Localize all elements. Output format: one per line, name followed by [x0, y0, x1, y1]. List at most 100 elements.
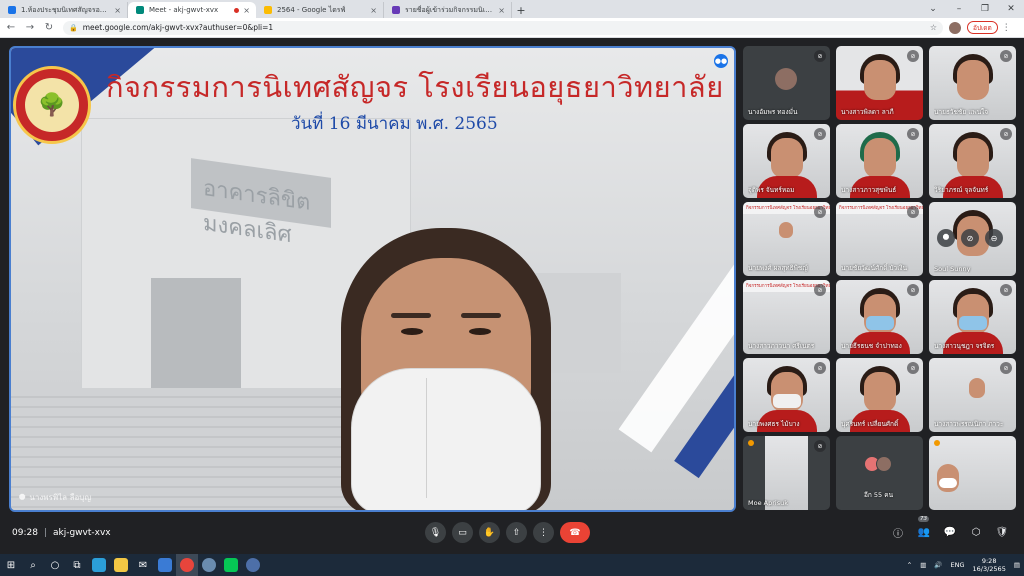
meet-icon: [136, 6, 144, 14]
edge-icon[interactable]: [88, 554, 110, 576]
meeting-code: akj-gwvt-xvx: [52, 528, 111, 538]
info-icon[interactable]: ⓘ: [890, 524, 906, 540]
windows-taskbar: ⊞ ⌕ ○ ⧉ ✉ ⌃ ▥ 🔊 ENG 9:28 16/3/2565 ▤: [0, 554, 1024, 576]
camera-icon[interactable]: ▭: [452, 522, 473, 543]
participant-tile[interactable]: ⯃ ⊘ ⊖ Soul Sunny: [929, 202, 1016, 276]
kebab-menu-icon[interactable]: ⋮: [1002, 23, 1011, 33]
window-controls: ⌄ – ❐ ✕: [920, 0, 1024, 18]
bookmark-star-icon[interactable]: ☆: [930, 23, 937, 32]
store-icon[interactable]: [154, 554, 176, 576]
mic-off-icon: ⊘: [1000, 128, 1012, 140]
people-count-badge: 73: [918, 516, 929, 522]
mic-off-icon: ⊘: [814, 440, 826, 452]
browser-tab-active[interactable]: Meet - akj-gwvt-xvx ×: [128, 2, 256, 18]
minimize-icon[interactable]: –: [946, 0, 972, 18]
participant-tile[interactable]: ⊘ นางอัมพร ทองมั่น: [743, 46, 830, 120]
participant-tile[interactable]: ⊘ นุศรินทร์ เปลี่ยนศักดิ์: [836, 358, 923, 432]
host-controls-icon[interactable]: 🛡: [994, 524, 1010, 540]
network-icon[interactable]: ▥: [920, 561, 926, 569]
more-options-icon[interactable]: ⋮: [533, 522, 554, 543]
present-screen-icon[interactable]: ⇧: [506, 522, 527, 543]
close-icon[interactable]: ×: [243, 6, 250, 15]
chevron-up-icon[interactable]: ⌃: [907, 561, 912, 569]
mute-icon[interactable]: ⊘: [961, 229, 979, 247]
more-participants-tile[interactable]: อีก 55 คน: [836, 436, 923, 510]
back-arrow-icon[interactable]: ←: [3, 20, 19, 36]
search-icon[interactable]: ⌕: [22, 554, 44, 576]
mic-off-icon: ⊘: [814, 128, 826, 140]
mic-off-icon: ⊘: [907, 206, 919, 218]
avatar: [775, 68, 797, 90]
language-indicator[interactable]: ENG: [950, 561, 964, 569]
main-video-tile[interactable]: อาคารลิขิตมงคลเลิศ 🌳 กิจกรรมการนิเทศสัญจ…: [9, 46, 736, 512]
app-icon[interactable]: [198, 554, 220, 576]
participant-tile[interactable]: ⊘ นางสาวพิลดา ลาภี: [836, 46, 923, 120]
restore-icon[interactable]: ❐: [972, 0, 998, 18]
app-icon[interactable]: [242, 554, 264, 576]
people-icon[interactable]: 👥 73: [916, 516, 932, 540]
raise-hand-icon[interactable]: ✋: [479, 522, 500, 543]
chrome-icon[interactable]: [176, 554, 198, 576]
new-tab-button[interactable]: +: [512, 2, 530, 18]
participant-tile[interactable]: ⊘ นางสาวนุชฎา จรจิตร: [929, 280, 1016, 354]
microphone-icon[interactable]: 🎙: [425, 522, 446, 543]
avatar: [876, 456, 892, 472]
participant-tile[interactable]: ⊘ นายพงศธร ไม้บาง: [743, 358, 830, 432]
volume-icon[interactable]: 🔊: [934, 561, 942, 569]
update-button[interactable]: อัปเดต: [967, 21, 998, 34]
url-field[interactable]: 🔒 meet.google.com/akj-gwvt-xvx?authuser=…: [63, 20, 943, 35]
self-view-tile[interactable]: [929, 436, 1016, 510]
participant-tile[interactable]: ⊘ จุติพร จันทร์หอม: [743, 124, 830, 198]
task-view-icon[interactable]: ⧉: [66, 554, 88, 576]
remove-icon[interactable]: ⊖: [985, 229, 1003, 247]
mic-off-icon: ⊘: [814, 284, 826, 296]
tab-search-icon[interactable]: ⌄: [920, 0, 946, 18]
reload-icon[interactable]: ↻: [41, 20, 57, 36]
chat-icon[interactable]: 💬: [942, 524, 958, 540]
file-explorer-icon[interactable]: [110, 554, 132, 576]
participant-tile[interactable]: กิจกรรมการนิเทศสัญจร โรงเรียนอยุธยาวิทยา…: [743, 280, 830, 354]
profile-avatar[interactable]: [949, 21, 961, 34]
speaker-name-label: ⯃ นางพรพิไล ลือบุญ: [19, 492, 92, 503]
meeting-time: 09:28: [12, 528, 38, 538]
participant-tile[interactable]: กิจกรรมการนิเทศสัญจร โรงเรียนอยุธยาวิทยา…: [836, 202, 923, 276]
close-icon[interactable]: ×: [370, 6, 377, 15]
browser-tab[interactable]: รายชื่อผู้เข้าร่วมกิจกรรมนิเทศสัญจรออน ×: [384, 2, 512, 18]
participant-tile[interactable]: ⊘ นางสาวพรรณนิภา ภาวะ: [929, 358, 1016, 432]
notifications-icon[interactable]: ▤: [1014, 561, 1020, 569]
system-clock[interactable]: 9:28 16/3/2565: [973, 557, 1006, 573]
tab-title: 2564 - Google ไดรฟ์: [277, 5, 346, 14]
pin-icon[interactable]: ⯃: [937, 229, 955, 247]
participant-tile[interactable]: กิจกรรมการนิเทศสัญจร โรงเรียนอยุธยาวิทยา…: [743, 202, 830, 276]
close-window-icon[interactable]: ✕: [998, 0, 1024, 18]
url-text: meet.google.com/akj-gwvt-xvx?authuser=0&…: [82, 23, 274, 32]
mic-off-icon: ⊘: [814, 362, 826, 374]
browser-tab[interactable]: 2564 - Google ไดรฟ์ ×: [256, 2, 384, 18]
mic-off-icon: ⊘: [907, 128, 919, 140]
participant-tile[interactable]: ⊘ นายธวัชชัย แพนใจ: [929, 46, 1016, 120]
participant-tile[interactable]: ⊘ นางสาวภาวสุขพันธ์: [836, 124, 923, 198]
address-bar-row: ← → ↻ 🔒 meet.google.com/akj-gwvt-xvx?aut…: [0, 18, 1024, 38]
line-icon[interactable]: [220, 554, 242, 576]
participant-tile[interactable]: ⊘ วิริยาภรณ์ จุลจันทร์: [929, 124, 1016, 198]
speaker-video: [331, 228, 561, 510]
meet-stage: อาคารลิขิตมงคลเลิศ 🌳 กิจกรรมการนิเทศสัญจ…: [0, 38, 1024, 554]
participant-tile[interactable]: ⊘ Moe Aprisuk: [743, 436, 830, 510]
face-mask: [351, 368, 541, 510]
mic-off-icon: ⊘: [814, 50, 826, 62]
mail-icon[interactable]: ✉: [132, 554, 154, 576]
tile-hover-controls: ⯃ ⊘ ⊖: [937, 229, 1003, 247]
participant-tile[interactable]: ⊘ นายธีรธนช จำปาทอง: [836, 280, 923, 354]
meeting-info: 09:28 | akj-gwvt-xvx: [12, 528, 111, 538]
browser-tab[interactable]: 1.ห้องประชุมนิเทศสัญจรออนไลน์ (กศ. ×: [0, 2, 128, 18]
forward-arrow-icon[interactable]: →: [22, 20, 38, 36]
tab-title: Meet - akj-gwvt-xvx: [149, 6, 219, 14]
close-icon[interactable]: ×: [114, 6, 121, 15]
cortana-icon[interactable]: ○: [44, 554, 66, 576]
end-call-button[interactable]: ☎: [560, 522, 590, 543]
activities-icon[interactable]: ⬡: [968, 524, 984, 540]
mic-off-icon: ⊘: [907, 50, 919, 62]
windows-start-icon[interactable]: ⊞: [0, 554, 22, 576]
mic-off-icon: ⊘: [907, 362, 919, 374]
close-icon[interactable]: ×: [498, 6, 505, 15]
